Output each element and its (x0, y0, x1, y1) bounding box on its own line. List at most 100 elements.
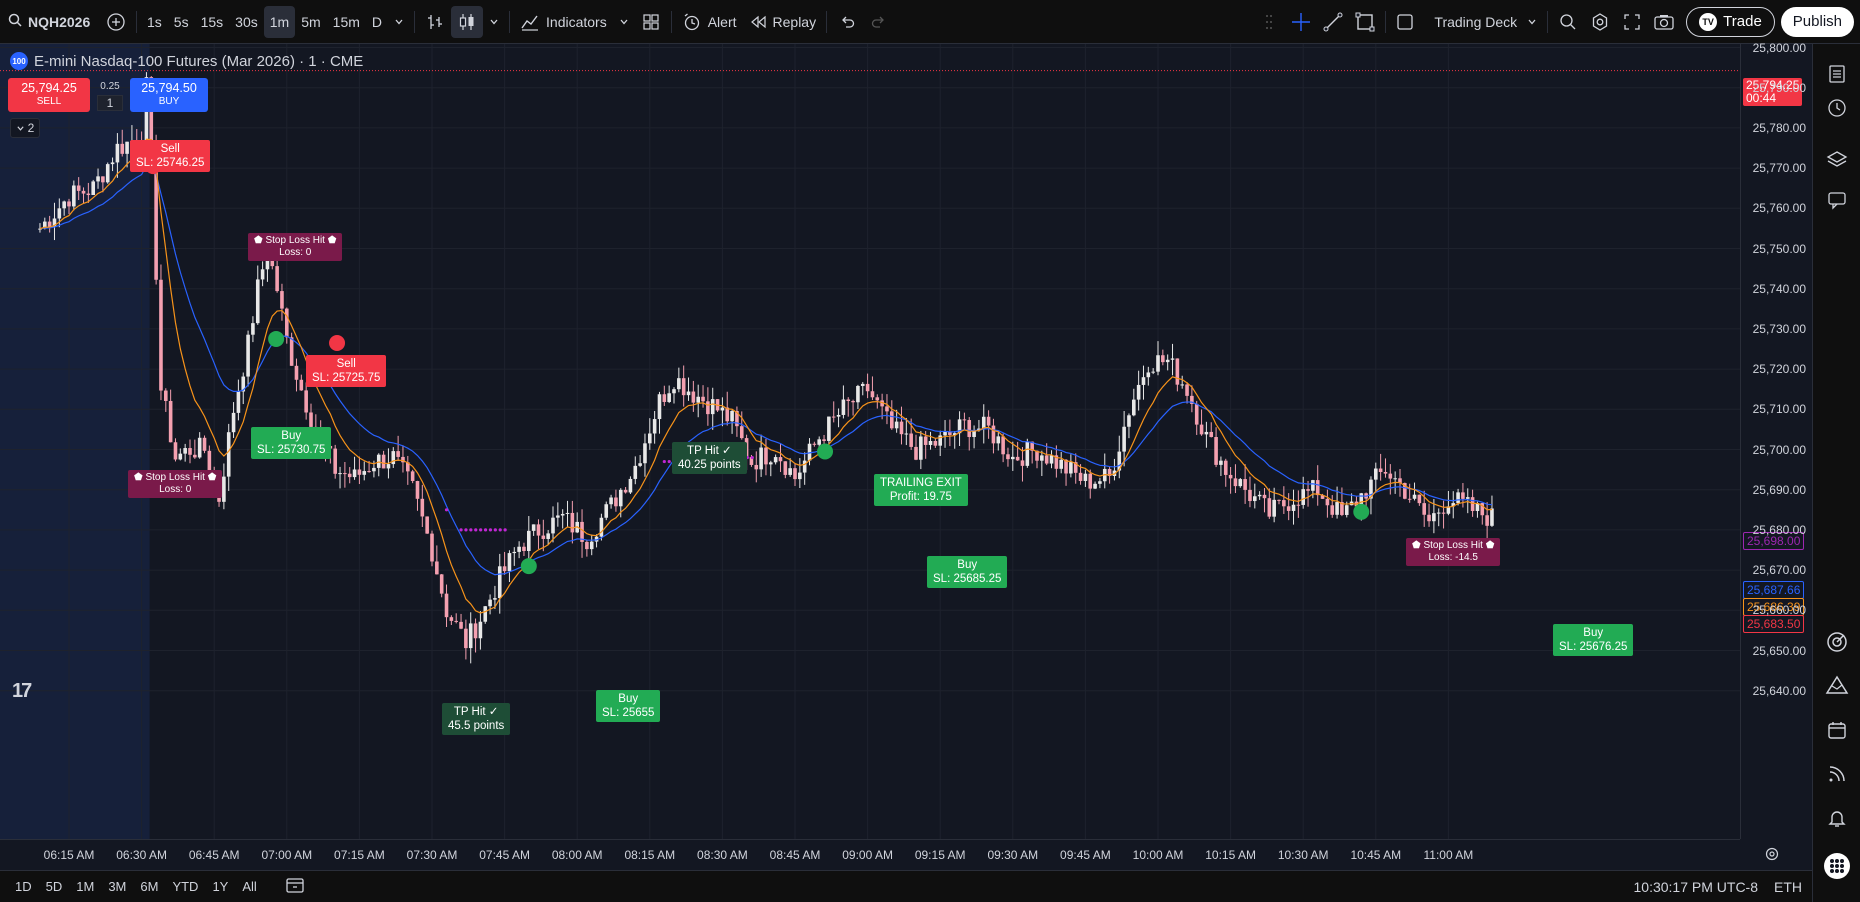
publish-button[interactable]: Publish (1780, 6, 1854, 37)
indicators-collapse-button[interactable]: 2 (10, 118, 40, 138)
candle-body (701, 396, 705, 402)
signal-buy-label: Buy SL: 25655 (596, 690, 661, 722)
candle-body (1301, 489, 1305, 505)
candle-body (207, 450, 212, 473)
trading-deck-button[interactable]: Trading Deck (1390, 6, 1543, 38)
publish-label: Publish (1792, 13, 1842, 30)
candle-body (890, 411, 894, 429)
chats-button[interactable] (1821, 184, 1853, 216)
crosshair-tool-button[interactable] (1285, 6, 1317, 38)
fullscreen-button[interactable] (1616, 6, 1648, 38)
range-all[interactable]: All (235, 879, 263, 894)
time-tick-label: 09:45 AM (1060, 848, 1111, 862)
time-tick-label: 07:30 AM (406, 848, 458, 862)
trade-button[interactable]: TV Trade (1686, 6, 1775, 37)
alert-button[interactable]: Alert (676, 6, 743, 38)
replay-button[interactable]: Replay (743, 6, 823, 38)
snapshot-button[interactable] (1648, 6, 1680, 38)
price-tick-label: 25,650.00 (1752, 643, 1806, 658)
target-button[interactable] (1821, 626, 1853, 658)
range-1m[interactable]: 1M (69, 879, 101, 894)
candle-body (454, 620, 458, 622)
candle-body (101, 176, 105, 183)
candle-body (1306, 489, 1310, 491)
candle-body (1223, 460, 1228, 475)
trendline-tool-button[interactable] (1317, 6, 1349, 38)
signal-title: TRAILING EXIT (880, 477, 962, 489)
settings-gear-small[interactable] (1764, 846, 1780, 867)
candle-body (822, 439, 826, 441)
time-tick-label: 08:00 AM (551, 848, 603, 862)
apps-button[interactable] (1821, 850, 1853, 882)
chart-pane[interactable]: 100 E-mini Nasdaq-100 Futures (Mar 2026)… (0, 44, 1812, 870)
candles-style-button[interactable] (451, 5, 484, 38)
notifications-button[interactable] (1821, 802, 1853, 834)
rectangle-tool-button[interactable] (1349, 6, 1381, 38)
candle-body (517, 546, 521, 552)
undo-button[interactable] (831, 6, 863, 38)
range-1y[interactable]: 1Y (205, 879, 235, 894)
range-1d[interactable]: 1D (8, 879, 39, 894)
bars-style-button[interactable] (419, 6, 451, 38)
quantity-input[interactable]: 1 (97, 94, 123, 111)
goto-date-button[interactable] (278, 876, 312, 897)
trailing-stop-dot (483, 528, 488, 532)
compare-symbol-button[interactable] (100, 6, 132, 38)
range-3m[interactable]: 3M (101, 879, 133, 894)
candle-body (1335, 502, 1339, 515)
quick-search-button[interactable] (1552, 6, 1584, 38)
calendar-button[interactable] (1821, 714, 1853, 746)
chart-type-dropdown[interactable] (483, 6, 505, 38)
candle-body (115, 143, 120, 163)
redo-button[interactable] (863, 6, 895, 38)
range-6m[interactable]: 6M (133, 879, 165, 894)
candle-body (352, 469, 357, 478)
price-tick-label: 25,740.00 (1752, 281, 1806, 296)
ideas-button[interactable] (1821, 669, 1853, 701)
price-tick-label: 25,660.00 (1752, 603, 1806, 618)
interval-15m[interactable]: 15m (327, 6, 366, 38)
alarm-clock-icon (684, 12, 699, 30)
candle-body (289, 337, 294, 366)
alerts-panel-button[interactable] (1821, 44, 1853, 117)
settings-button[interactable] (1584, 6, 1616, 38)
interval-30s[interactable]: 30s (229, 6, 264, 38)
candle-body (1427, 514, 1431, 522)
interval-1s[interactable]: 1s (141, 6, 168, 38)
candle-body (459, 621, 463, 629)
price-axis[interactable]: 25,794.25 00:44 25,698.00 25,687.66 25,6… (1740, 41, 1812, 839)
candle-body (570, 512, 575, 533)
range-5d[interactable]: 5D (39, 879, 70, 894)
object-tree-button[interactable] (1821, 144, 1853, 176)
redo-icon (871, 16, 885, 28)
indicators-button[interactable]: Indicators (514, 6, 613, 38)
session-toggle[interactable]: ETH (1774, 879, 1802, 895)
candle-body (643, 443, 647, 464)
signal-detail: SL: 25676.25 (1559, 641, 1628, 653)
sell-button[interactable]: 25,794.25 SELL (8, 78, 90, 112)
candle-body (962, 419, 967, 421)
interval-dropdown[interactable] (388, 6, 410, 38)
clock-display[interactable]: 10:30:17 PM UTC-8 (1634, 879, 1759, 895)
streams-button[interactable] (1821, 758, 1853, 790)
signal-detail: 40.25 points (678, 459, 741, 471)
price-tick-label: 25,700.00 (1752, 442, 1806, 457)
symbol-search[interactable]: NQH2026 (0, 13, 100, 30)
layouts-button[interactable] (635, 6, 667, 38)
interval-5m[interactable]: 5m (295, 6, 326, 38)
buy-button[interactable]: 25,794.50 BUY (130, 78, 208, 112)
interval-5s[interactable]: 5s (168, 6, 195, 38)
interval-15s[interactable]: 15s (195, 6, 230, 38)
range-ytd[interactable]: YTD (165, 879, 205, 894)
indicators-dropdown[interactable] (613, 6, 635, 38)
mountain-icon (1825, 675, 1849, 694)
bar-chart-icon (428, 14, 443, 29)
interval-1m[interactable]: 1m (263, 5, 296, 38)
toolbar-divider (1547, 10, 1549, 33)
chat-icon (1828, 192, 1846, 210)
drag-handle[interactable] (1253, 6, 1285, 38)
time-axis[interactable]: 06:15 AM 06:30 AM 06:45 AM 07:00 AM 07:15 AM… (0, 839, 1779, 870)
candle-body (1311, 480, 1315, 491)
buy-label: BUY (158, 96, 180, 107)
interval-d[interactable]: D (366, 6, 388, 38)
